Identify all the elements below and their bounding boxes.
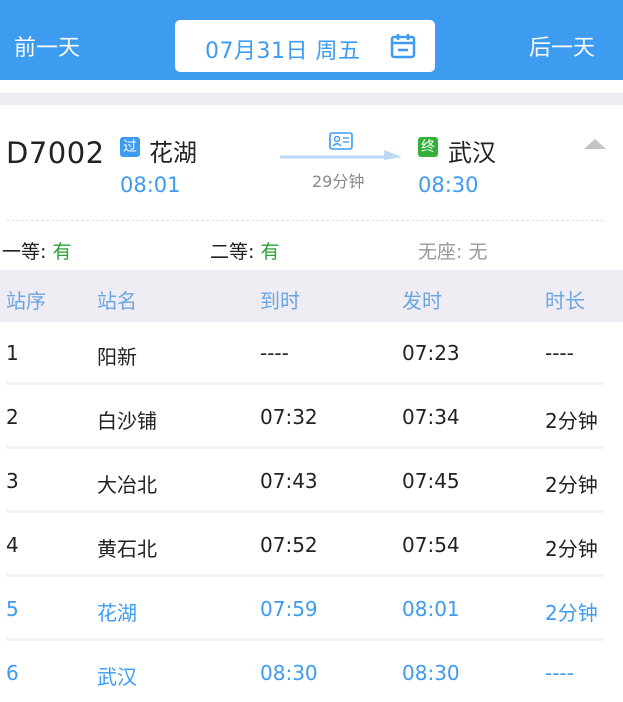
- row-divider: [6, 638, 604, 641]
- cell-seq: 5: [6, 597, 19, 621]
- date-label: 07月31日 周五: [205, 39, 361, 64]
- next-day-button[interactable]: 后一天: [529, 30, 595, 62]
- row-divider: [6, 382, 604, 385]
- cell-station: 武汉: [97, 665, 137, 689]
- cell-arrive: 07:32: [260, 405, 318, 429]
- date-picker[interactable]: 07月31日 周五: [175, 20, 435, 72]
- cell-seq: 3: [6, 469, 19, 493]
- header-depart: 发时: [402, 289, 442, 313]
- table-header: 站序 站名 到时 发时 时长: [0, 270, 623, 322]
- cell-stay: 2分钟: [545, 601, 598, 625]
- cell-arrive: 08:30: [260, 661, 318, 685]
- from-station-name: 花湖: [149, 139, 197, 167]
- cell-depart: 07:54: [402, 533, 460, 557]
- pass-badge: 过: [120, 137, 140, 157]
- cell-station: 大冶北: [97, 473, 157, 497]
- from-station-time: 08:01: [120, 173, 181, 197]
- table-row: 1 阳新 ---- 07:23 ----: [0, 322, 623, 386]
- section-divider: [0, 93, 623, 105]
- to-station-time: 08:30: [418, 173, 479, 197]
- seat-label: 二等:: [210, 241, 255, 263]
- seat-label: 一等:: [2, 241, 47, 263]
- cell-seq: 6: [6, 661, 19, 685]
- cell-depart: 08:30: [402, 661, 460, 685]
- cell-arrive: 07:52: [260, 533, 318, 557]
- seat-availability: 有: [52, 241, 72, 263]
- cell-seq: 4: [6, 533, 19, 557]
- cell-stay: 2分钟: [545, 537, 598, 561]
- cell-station: 阳新: [97, 345, 137, 369]
- seat-standing: 无座: 无: [418, 237, 487, 264]
- cell-seq: 1: [6, 341, 19, 365]
- seat-availability: 有: [260, 241, 280, 263]
- top-bar: 前一天 07月31日 周五 后一天: [0, 0, 623, 80]
- table-row: 5 花湖 07:59 08:01 2分钟: [0, 578, 623, 642]
- chevron-up-icon[interactable]: [584, 137, 606, 151]
- header-station: 站名: [97, 289, 137, 313]
- table-row: 3 大冶北 07:43 07:45 2分钟: [0, 450, 623, 514]
- cell-station: 黄石北: [97, 537, 157, 561]
- prev-day-button[interactable]: 前一天: [14, 30, 80, 62]
- header-arrive: 到时: [260, 289, 300, 313]
- cell-arrive: 07:59: [260, 597, 318, 621]
- calendar-icon: [390, 34, 416, 59]
- cell-arrive: ----: [260, 341, 289, 365]
- cell-depart: 07:23: [402, 341, 460, 365]
- cell-depart: 07:45: [402, 469, 460, 493]
- to-station-name: 武汉: [448, 139, 496, 167]
- train-number: D7002: [6, 136, 105, 170]
- cell-stay: ----: [545, 661, 574, 685]
- cell-arrive: 07:43: [260, 469, 318, 493]
- table-row: 6 武汉 08:30 08:30 ----: [0, 642, 623, 702]
- seat-label: 无座:: [418, 241, 463, 263]
- cell-stay: 2分钟: [545, 473, 598, 497]
- cell-stay: ----: [545, 341, 574, 365]
- cell-stay: 2分钟: [545, 409, 598, 433]
- cell-station: 白沙铺: [97, 409, 157, 433]
- seat-availability: 无: [468, 241, 488, 263]
- cell-station: 花湖: [97, 601, 137, 625]
- row-divider: [6, 574, 604, 577]
- table-row: 4 黄石北 07:52 07:54 2分钟: [0, 514, 623, 578]
- cell-depart: 08:01: [402, 597, 460, 621]
- seat-first-class: 一等: 有: [2, 237, 71, 264]
- terminal-badge: 终: [418, 137, 438, 157]
- route-arrow-icon: [280, 150, 402, 160]
- row-divider: [6, 446, 604, 449]
- table-row: 2 白沙铺 07:32 07:34 2分钟: [0, 386, 623, 450]
- header-stay: 时长: [545, 289, 585, 313]
- header-seq: 站序: [6, 289, 46, 313]
- cell-seq: 2: [6, 405, 19, 429]
- seat-second-class: 二等: 有: [210, 237, 279, 264]
- cell-depart: 07:34: [402, 405, 460, 429]
- travel-duration: 29分钟: [312, 172, 365, 191]
- dashed-divider: [6, 220, 604, 221]
- row-divider: [6, 510, 604, 513]
